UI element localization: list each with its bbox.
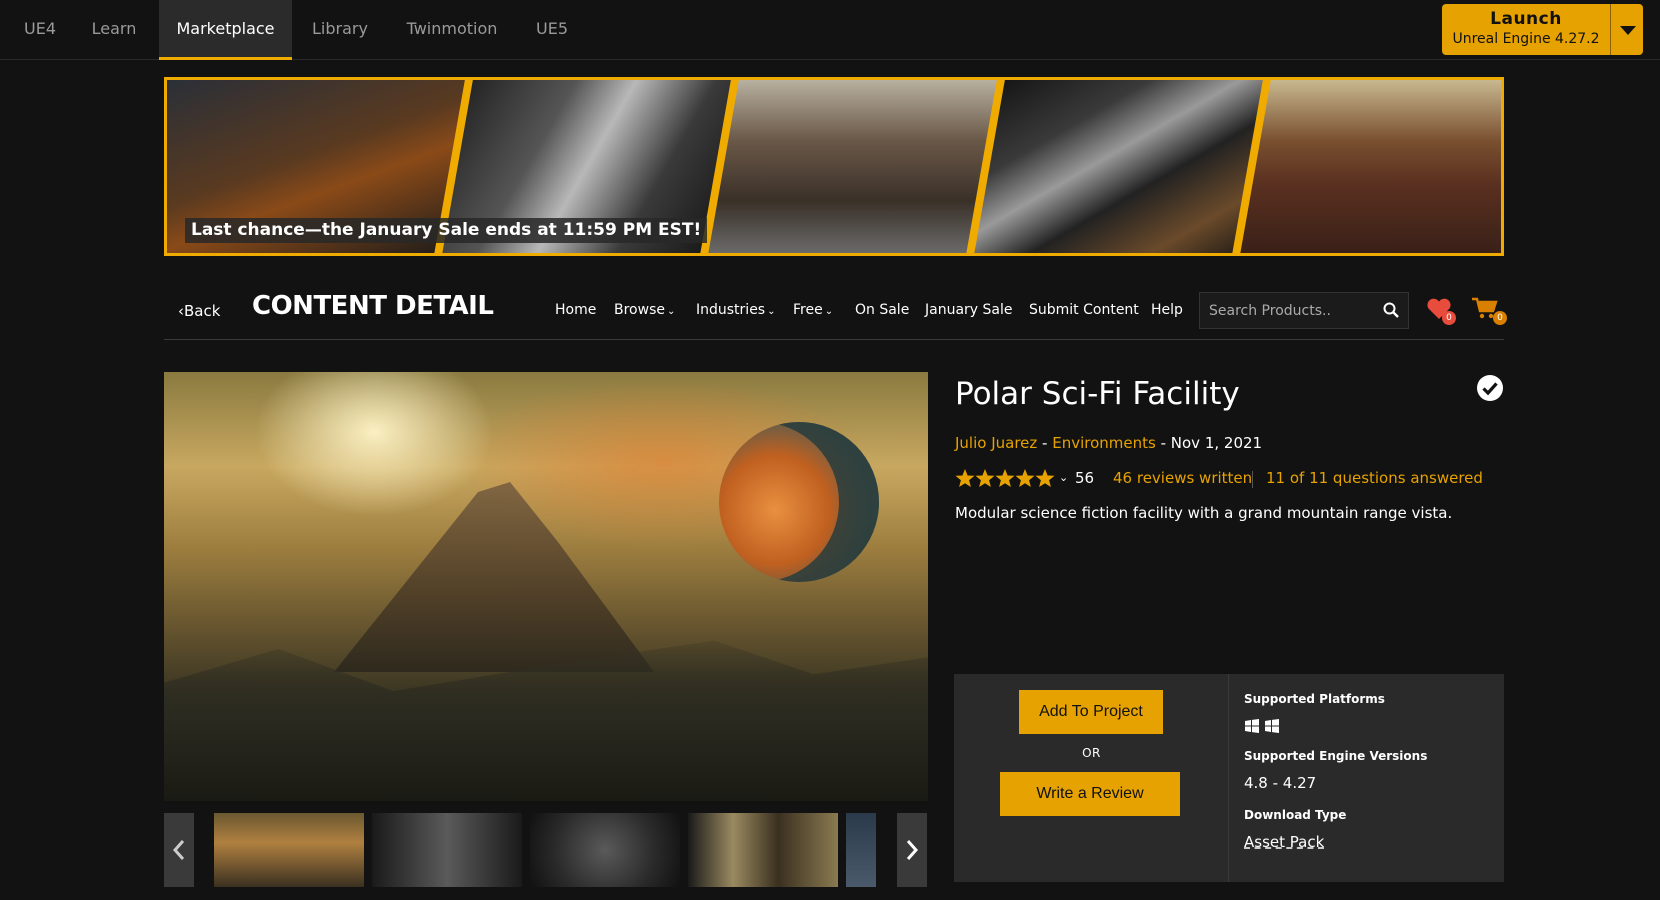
nav-january-sale[interactable]: January Sale [925, 302, 1013, 318]
meta-separator: - [1155, 434, 1171, 452]
thumbnail[interactable] [530, 813, 680, 887]
engine-versions-label: Supported Engine Versions [1244, 749, 1428, 763]
nav-browse-label: Browse [614, 302, 665, 318]
chevron-left-icon [172, 840, 185, 860]
nav-industries[interactable]: Industries ⌄ [696, 302, 776, 318]
product-action-panel: Add To Project OR Write a Review Support… [954, 674, 1504, 882]
nav-free-label: Free [793, 302, 823, 318]
top-bar: UE4 Learn Marketplace Library Twinmotion… [0, 0, 1660, 60]
sale-banner[interactable]: Last chance—the January Sale ends at 11:… [164, 77, 1504, 256]
category-link[interactable]: Environments [1052, 434, 1156, 452]
star-rating-icon[interactable] [955, 467, 1057, 491]
product-meta: Julio Juarez - Environments - Nov 1, 202… [955, 434, 1262, 452]
back-link[interactable]: ‹Back [178, 302, 220, 320]
page-title: CONTENT DETAIL [252, 291, 494, 321]
download-type-label: Download Type [1244, 808, 1347, 822]
search-icon[interactable] [1383, 302, 1399, 318]
hero-moon [719, 422, 879, 582]
product-description: Modular science fiction facility with a … [955, 504, 1453, 522]
nav-free[interactable]: Free ⌄ [793, 302, 833, 318]
product-title: Polar Sci-Fi Facility [955, 376, 1240, 412]
search-box [1199, 292, 1409, 329]
nav-submit-content[interactable]: Submit Content [1029, 302, 1139, 318]
reviews-link[interactable]: 46 reviews written [1113, 469, 1252, 487]
hero-mountain [334, 482, 654, 672]
nav-on-sale[interactable]: On Sale [855, 302, 909, 318]
windows-icon [1265, 719, 1279, 733]
or-label: OR [1082, 746, 1101, 760]
content-nav: ‹Back CONTENT DETAIL Home Browse ⌄ Indust… [164, 282, 1507, 340]
wishlist-count-badge: 0 [1442, 311, 1456, 325]
nav-home[interactable]: Home [555, 302, 596, 318]
nav-browse[interactable]: Browse ⌄ [614, 302, 675, 318]
thumbnail-carousel [164, 813, 928, 887]
release-date: Nov 1, 2021 [1170, 434, 1263, 452]
rating-count: 56 [1075, 469, 1095, 487]
tab-ue4[interactable]: UE4 [22, 0, 58, 60]
chevron-down-icon: ⌄ [767, 306, 776, 317]
tab-learn[interactable]: Learn [88, 0, 140, 60]
write-review-button[interactable]: Write a Review [1000, 772, 1180, 816]
action-buttons: Add To Project OR Write a Review [954, 674, 1229, 882]
chevron-down-icon[interactable]: ⌄ [1059, 471, 1068, 484]
platforms-label: Supported Platforms [1244, 692, 1385, 706]
launch-dropdown-arrow-icon[interactable] [1610, 4, 1643, 55]
product-main-image[interactable] [164, 372, 928, 801]
windows-icon [1245, 719, 1259, 733]
thumbnail[interactable] [372, 813, 522, 887]
thumbnail[interactable] [214, 813, 364, 887]
tab-library[interactable]: Library [310, 0, 370, 60]
author-link[interactable]: Julio Juarez [955, 434, 1037, 452]
banner-image-street [705, 80, 1005, 253]
launch-main[interactable]: Launch Unreal Engine 4.27.2 [1442, 4, 1610, 55]
tab-twinmotion[interactable]: Twinmotion [400, 0, 504, 60]
carousel-prev-button[interactable] [164, 813, 194, 887]
wishlist-button[interactable]: 0 [1426, 297, 1456, 327]
cart-button[interactable]: 0 [1471, 296, 1507, 326]
questions-link[interactable]: 11 of 11 questions answered [1266, 469, 1483, 487]
add-to-project-button[interactable]: Add To Project [1019, 690, 1163, 734]
launch-button[interactable]: Launch Unreal Engine 4.27.2 [1442, 4, 1643, 55]
owned-check-icon [1477, 375, 1503, 401]
cart-count-badge: 0 [1493, 311, 1507, 325]
nav-help[interactable]: Help [1151, 302, 1183, 318]
launch-version: Unreal Engine 4.27.2 [1452, 31, 1600, 47]
divider [1252, 471, 1253, 488]
meta-separator: - [1037, 434, 1053, 452]
search-input[interactable] [1200, 293, 1375, 328]
banner-image-swords [971, 80, 1271, 253]
carousel-next-button[interactable] [897, 813, 927, 887]
chevron-down-icon: ⌄ [666, 306, 676, 317]
tab-ue5[interactable]: UE5 [534, 0, 570, 60]
banner-image-interior [1237, 80, 1501, 253]
banner-text: Last chance—the January Sale ends at 11:… [185, 218, 708, 243]
engine-versions-value: 4.8 - 4.27 [1244, 774, 1317, 792]
download-type-link[interactable]: Asset Pack [1244, 833, 1324, 851]
launch-title: Launch [1490, 9, 1562, 29]
thumbnail[interactable] [846, 813, 876, 887]
nav-industries-label: Industries [696, 302, 766, 318]
thumbnail[interactable] [688, 813, 838, 887]
chevron-right-icon [906, 840, 919, 860]
tab-marketplace[interactable]: Marketplace [159, 0, 292, 60]
chevron-down-icon: ⌄ [824, 306, 834, 317]
back-label: Back [184, 302, 221, 320]
